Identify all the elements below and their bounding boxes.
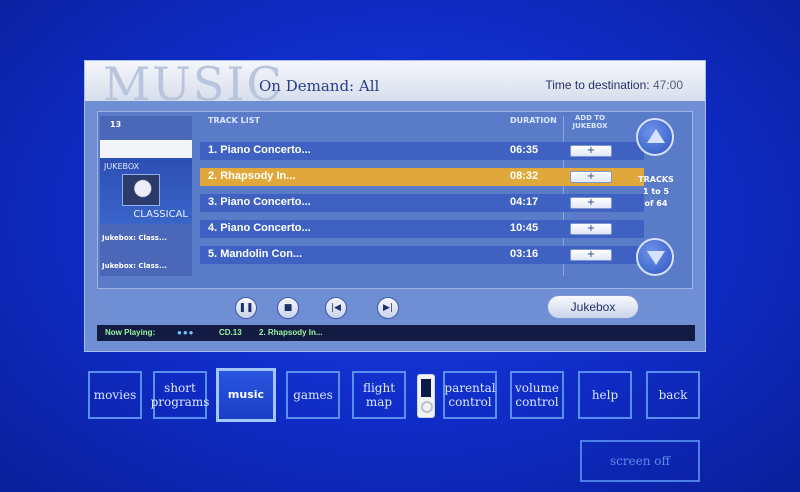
on-demand-subtitle: On Demand: All xyxy=(259,77,380,95)
cover-photo xyxy=(122,174,160,206)
cover-jukebox-label: JUKEBOX xyxy=(104,162,140,171)
time-value: 47:00 xyxy=(652,78,683,92)
nav-back[interactable]: back xyxy=(646,371,700,419)
add-to-jukebox-button[interactable]: + xyxy=(570,171,612,183)
pause-icon: ❚❚ xyxy=(238,303,254,313)
next-icon: ▶| xyxy=(383,303,393,313)
time-to-destination: Time to destination: 47:00 xyxy=(545,78,683,92)
nav-flight-map[interactable]: flight map xyxy=(352,371,406,419)
nav-volume-control[interactable]: volume control xyxy=(510,371,564,419)
cover-classical-label: CLASSICAL xyxy=(133,209,188,220)
ipod-screen xyxy=(421,379,431,397)
add-to-jukebox-button[interactable]: + xyxy=(570,223,612,235)
album-info: 13 JUKEBOX CLASSICAL Jukebox: Class... J… xyxy=(100,116,192,276)
panel-header: MUSIC On Demand: All Time to destination… xyxy=(85,57,705,111)
add-to-jukebox-button[interactable]: + xyxy=(570,145,612,157)
down-arrow-icon xyxy=(647,251,665,265)
track-duration: 06:35 xyxy=(510,144,539,156)
track-title: 5. Mandolin Con... xyxy=(208,248,303,260)
track-title: 4. Piano Concerto... xyxy=(208,222,311,234)
nav-parental-control[interactable]: parental control xyxy=(443,371,497,419)
nav-help[interactable]: help xyxy=(578,371,632,419)
ipod-icon xyxy=(417,374,435,418)
tracks-range: TRACKS 1 to 5 of 64 xyxy=(638,175,674,208)
time-label: Time to destination: xyxy=(545,78,650,92)
track-duration: 08:32 xyxy=(510,170,539,182)
duration-header: DURATION xyxy=(510,116,557,125)
track-duration: 10:45 xyxy=(510,222,539,234)
jukebox-button[interactable]: Jukebox xyxy=(547,295,639,319)
stop-button[interactable]: ■ xyxy=(277,297,299,319)
previous-icon: |◀ xyxy=(331,303,341,313)
album-line-2: Jukebox: Class... xyxy=(102,262,167,270)
track-duration: 03:16 xyxy=(510,248,539,260)
track-title: 3. Piano Concerto... xyxy=(208,196,311,208)
screen-off-button[interactable]: screen off xyxy=(580,440,700,482)
pause-button[interactable]: ❚❚ xyxy=(235,297,257,319)
progress-dots: ●●● xyxy=(177,328,195,337)
album-cover: JUKEBOX CLASSICAL xyxy=(100,140,192,224)
ipod-wheel xyxy=(421,401,433,413)
music-title: MUSIC xyxy=(103,57,284,111)
scroll-up-button[interactable] xyxy=(636,118,674,156)
scroll-down-button[interactable] xyxy=(636,238,674,276)
now-playing-cd: CD.13 xyxy=(219,328,242,337)
up-arrow-icon xyxy=(647,129,665,143)
music-panel: MUSIC On Demand: All Time to destination… xyxy=(84,57,706,352)
next-button[interactable]: ▶| xyxy=(377,297,399,319)
track-area: 13 JUKEBOX CLASSICAL Jukebox: Class... J… xyxy=(97,111,693,289)
now-playing-label: Now Playing: xyxy=(105,328,156,337)
add-to-jukebox-button[interactable]: + xyxy=(570,197,612,209)
add-to-jukebox-header: ADD TO JUKEBOX xyxy=(572,114,608,130)
album-line-1: Jukebox: Class... xyxy=(102,234,167,242)
album-number: 13 xyxy=(110,120,122,129)
track-title: 1. Piano Concerto... xyxy=(208,144,311,156)
nav-music[interactable]: music xyxy=(216,368,276,422)
stop-icon: ■ xyxy=(283,303,293,313)
nav-movies[interactable]: movies xyxy=(88,371,142,419)
previous-button[interactable]: |◀ xyxy=(325,297,347,319)
track-list-header: TRACK LIST xyxy=(208,116,260,125)
nav-short-programs[interactable]: short programs xyxy=(151,371,209,419)
nav-games[interactable]: games xyxy=(286,371,340,419)
now-playing-track: 2. Rhapsody In... xyxy=(259,328,323,337)
track-title: 2. Rhapsody In... xyxy=(208,170,296,182)
now-playing-bar: Now Playing: ●●● CD.13 2. Rhapsody In... xyxy=(97,325,695,341)
track-duration: 04:17 xyxy=(510,196,539,208)
track-scroller: TRACKS 1 to 5 of 64 xyxy=(618,112,694,288)
add-to-jukebox-button[interactable]: + xyxy=(570,249,612,261)
